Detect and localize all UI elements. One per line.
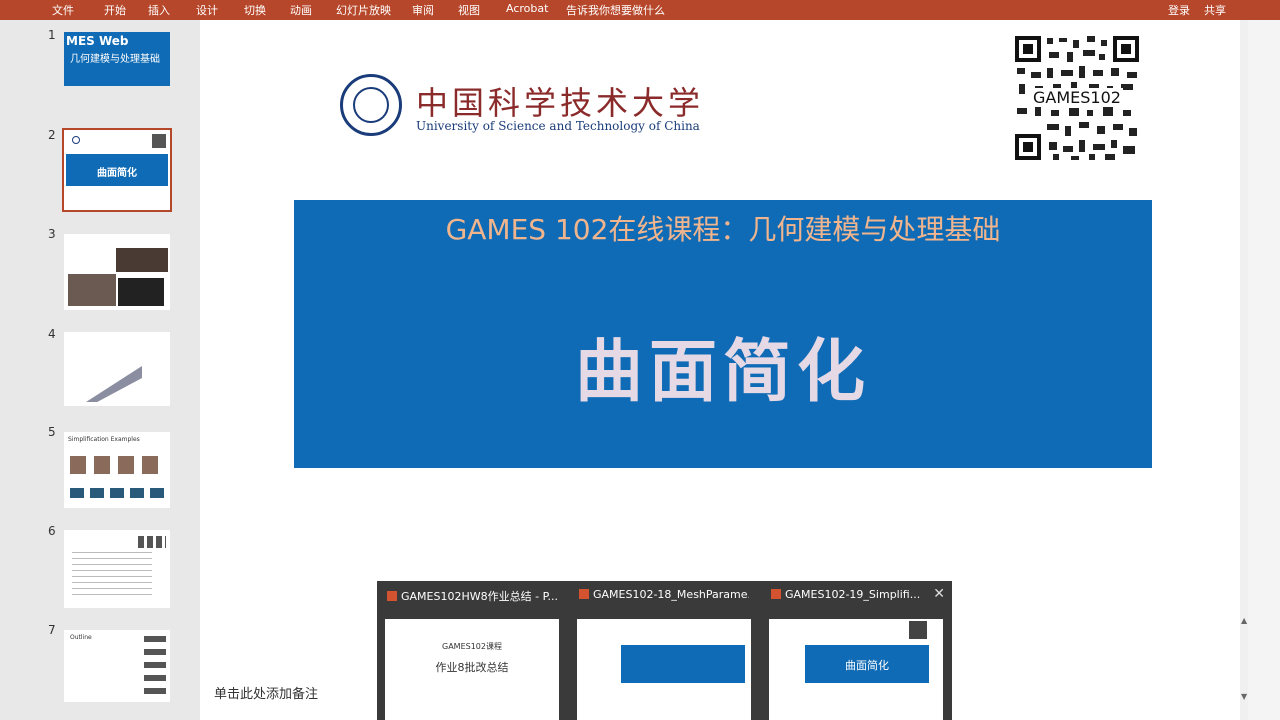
scroll-up-icon[interactable]: ▲ [1241,616,1247,626]
share-button[interactable]: 共享 [1204,2,1226,18]
preview-line1: GAMES102课程 [442,642,502,651]
thumb-number: 4 [48,327,56,341]
powerpoint-icon [387,591,397,601]
thumb-5-bunnies [70,456,166,474]
notes-placeholder[interactable]: 单击此处添加备注 [214,683,318,702]
preview-line2: 作业8批改总结 [435,661,509,674]
preview-qr-icon [909,621,927,639]
window-title-text: GAMES102HW8作业总结 - P... [401,590,557,603]
window-preview-title: GAMES102HW8作业总结 - P... [387,588,557,604]
ustc-logo-icon [340,74,402,136]
tab-file[interactable]: 文件 [52,2,74,18]
thumb-1-top-text: MES Web [66,34,129,48]
thumb-3-image [116,248,168,272]
slide-thumb-5[interactable]: Simplification Examples [64,432,170,508]
tab-slideshow[interactable]: 幻灯片放映 [336,2,391,18]
slide-thumb-3[interactable] [64,234,170,310]
close-icon[interactable]: ✕ [933,586,945,602]
vertical-scrollbar[interactable]: ▲ ▼ [1240,20,1248,720]
preview-banner [621,645,745,683]
thumb-7-image [144,636,166,696]
thumb-number: 7 [48,623,56,637]
preview-banner: 曲面简化 [805,645,929,683]
thumb-number: 6 [48,524,56,538]
tab-home[interactable]: 开始 [104,2,126,18]
powerpoint-icon [579,589,589,599]
tab-view[interactable]: 视图 [458,2,480,18]
thumb-2-title: 曲面简化 [97,168,137,179]
course-title[interactable]: GAMES 102在线课程：几何建模与处理基础 [294,208,1152,248]
login-button[interactable]: 登录 [1168,2,1190,18]
slide-thumb-4[interactable] [64,332,170,406]
window-preview-hw8[interactable]: GAMES102HW8作业总结 - P... GAMES102课程 作业8批改总… [377,581,569,720]
slide-thumb-6[interactable] [64,530,170,608]
window-preview-thumbnail: GAMES102课程 作业8批改总结 [385,619,559,720]
window-preview-title: GAMES102-19_Simplifi... [771,588,941,601]
scroll-down-icon[interactable]: ▼ [1241,692,1247,702]
window-preview-thumbnail: 曲面简化 [769,619,943,720]
window-preview-thumbnail [577,619,751,720]
slide-thumb-7[interactable]: Outline [64,630,170,702]
window-title-text: GAMES102-18_MeshParame... [593,588,749,601]
thumb-2-qr-icon [152,134,166,148]
tell-me-search[interactable]: 告诉我你想要做什么 [566,2,665,18]
slide-main-title[interactable]: 曲面简化 [294,316,1152,415]
tab-acrobat[interactable]: Acrobat [506,2,548,15]
title-banner[interactable]: GAMES 102在线课程：几何建模与处理基础 曲面简化 [294,200,1152,468]
window-preview-meshparam[interactable]: GAMES102-18_MeshParame... [569,581,761,720]
thumb-5-title: Simplification Examples [68,436,140,443]
university-name-en: University of Science and Technology of … [416,119,700,133]
window-preview-title: GAMES102-18_MeshParame... [579,588,749,601]
powerpoint-icon [771,589,781,599]
tab-design[interactable]: 设计 [196,2,218,18]
tab-insert[interactable]: 插入 [148,2,170,18]
thumb-6-image [138,536,166,548]
thumb-number: 3 [48,227,56,241]
university-name-cn: 中国科学技术大学 [416,84,705,122]
powerpoint-window: 文件 开始 插入 设计 切换 动画 幻灯片放映 审阅 视图 Acrobat 告诉… [0,0,1280,720]
taskbar-preview-popup: GAMES102HW8作业总结 - P... GAMES102课程 作业8批改总… [377,581,952,720]
thumb-3-image [68,274,116,306]
tab-transitions[interactable]: 切换 [244,2,266,18]
ribbon-menu: 文件 开始 插入 设计 切换 动画 幻灯片放映 审阅 视图 Acrobat 告诉… [0,0,1280,20]
thumb-4-image [86,366,142,402]
slide-thumb-2[interactable]: 曲面简化 [62,128,172,212]
slide-thumb-1[interactable]: MES Web 几何建模与处理基础 [64,32,170,86]
thumb-7-title: Outline [70,634,92,641]
slide-thumbnail-panel[interactable]: 1 MES Web 几何建模与处理基础 2 曲面简化 3 4 5 Simplif… [0,20,200,720]
thumb-6-text [72,552,152,596]
tab-animations[interactable]: 动画 [290,2,312,18]
thumb-5-meshes [70,488,166,498]
thumb-number: 5 [48,425,56,439]
thumb-3-image [118,278,164,306]
side-strip [1248,20,1280,720]
thumb-2-logo-icon [72,136,80,144]
window-preview-simplification[interactable]: GAMES102-19_Simplifi... ✕ 曲面简化 [761,581,953,720]
preview-title: 曲面简化 [845,659,889,672]
tab-review[interactable]: 审阅 [412,2,434,18]
thumb-2-banner: 曲面简化 [66,154,168,186]
qr-code-label: GAMES102 [1031,88,1123,107]
thumb-1-title: 几何建模与处理基础 [70,54,160,65]
thumb-number: 2 [48,128,56,142]
window-title-text: GAMES102-19_Simplifi... [785,588,921,601]
thumb-number: 1 [48,28,56,42]
